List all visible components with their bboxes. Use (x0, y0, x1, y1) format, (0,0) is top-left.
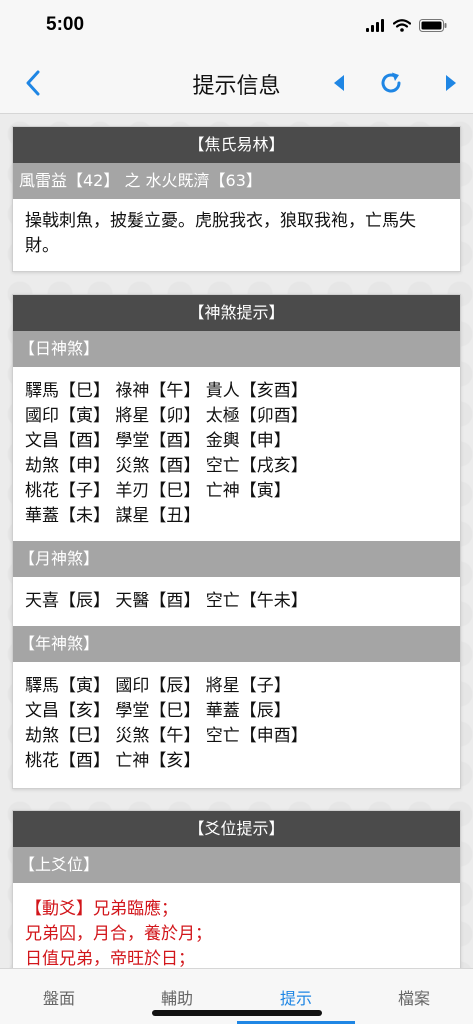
previous-button[interactable] (322, 66, 356, 100)
day-shensha-list: 驛馬【巳】 祿神【午】 貴人【亥酉】 國印【寅】 將星【卯】 太極【卯酉】 文昌… (13, 367, 460, 541)
list-item: 天喜【辰】 天醫【酉】 空亡【午未】 (25, 591, 308, 611)
signal-icon (366, 17, 385, 36)
refresh-icon (381, 72, 401, 93)
top-line-analysis: 【動爻】兄弟臨應； 兄弟囚，月合，養於月； 日值兄弟，帝旺於日； (13, 883, 460, 968)
list-item: 日值兄弟，帝旺於日； (25, 949, 195, 968)
navigation-bar: 提示信息 (0, 52, 473, 114)
month-shensha-list: 天喜【辰】 天醫【酉】 空亡【午未】 (13, 577, 460, 626)
list-item: 劫煞【申】 災煞【酉】 空亡【戌亥】 (25, 456, 308, 476)
top-line-header: 【上爻位】 (13, 847, 460, 883)
tab-auxiliary[interactable]: 輔助 (118, 985, 236, 1009)
triangle-right-icon (446, 75, 456, 91)
list-item: 國印【寅】 將星【卯】 太極【卯酉】 (25, 406, 308, 426)
status-bar: 5:00 (0, 0, 473, 52)
battery-icon (419, 17, 447, 36)
hexagram-transform-header: 風雷益【42】 之 水火既濟【63】 (13, 163, 460, 199)
list-item: 文昌【酉】 學堂【酉】 金輿【申】 (25, 431, 291, 451)
status-time: 5:00 (46, 14, 85, 35)
card-header: 【焦氏易林】 (13, 127, 460, 163)
home-indicator (152, 1010, 322, 1016)
list-item: 驛馬【寅】 國印【辰】 將星【子】 (25, 676, 291, 696)
list-item: 劫煞【巳】 災煞【午】 空亡【申酉】 (25, 726, 308, 746)
shensha-card: 【神煞提示】 【日神煞】 驛馬【巳】 祿神【午】 貴人【亥酉】 國印【寅】 將星… (12, 294, 461, 789)
content-scroll-area[interactable]: 【焦氏易林】 風雷益【42】 之 水火既濟【63】 操戟刺魚，披髮立憂。虎脫我衣… (0, 114, 473, 968)
wifi-icon (392, 17, 412, 36)
month-shensha-header: 【月神煞】 (13, 541, 460, 577)
tab-archive[interactable]: 檔案 (355, 985, 473, 1009)
list-item: 文昌【亥】 學堂【巳】 華蓋【辰】 (25, 701, 291, 721)
jiaoshi-card: 【焦氏易林】 風雷益【42】 之 水火既濟【63】 操戟刺魚，披髮立憂。虎脫我衣… (12, 126, 461, 272)
year-shensha-header: 【年神煞】 (13, 626, 460, 662)
list-item: 【動爻】兄弟臨應； (25, 899, 178, 919)
card-header: 【爻位提示】 (13, 811, 460, 847)
card-header: 【神煞提示】 (13, 295, 460, 331)
list-item: 桃花【酉】 亡神【亥】 (25, 751, 201, 771)
refresh-button[interactable] (374, 66, 408, 100)
status-icons (366, 17, 447, 36)
list-item: 桃花【子】 羊刃【巳】 亡神【寅】 (25, 481, 291, 501)
list-item: 驛馬【巳】 祿神【午】 貴人【亥酉】 (25, 381, 308, 401)
list-item: 華蓋【未】 謀星【丑】 (25, 506, 201, 526)
yaowei-card: 【爻位提示】 【上爻位】 【動爻】兄弟臨應； 兄弟囚，月合，養於月； 日值兄弟，… (12, 810, 461, 968)
year-shensha-list: 驛馬【寅】 國印【辰】 將星【子】 文昌【亥】 學堂【巳】 華蓋【辰】 劫煞【巳… (13, 662, 460, 788)
tab-board[interactable]: 盤面 (0, 985, 118, 1009)
list-item: 兄弟囚，月合，養於月； (25, 924, 212, 944)
tab-bar: 盤面 輔助 提示 檔案 (0, 968, 473, 1024)
jiaoshi-text: 操戟刺魚，披髮立憂。虎脫我衣，狼取我袍，亡馬失財。 (25, 211, 416, 256)
day-shensha-header: 【日神煞】 (13, 331, 460, 367)
tab-hints[interactable]: 提示 (237, 985, 355, 1009)
next-button[interactable] (434, 66, 468, 100)
triangle-left-icon (334, 75, 344, 91)
